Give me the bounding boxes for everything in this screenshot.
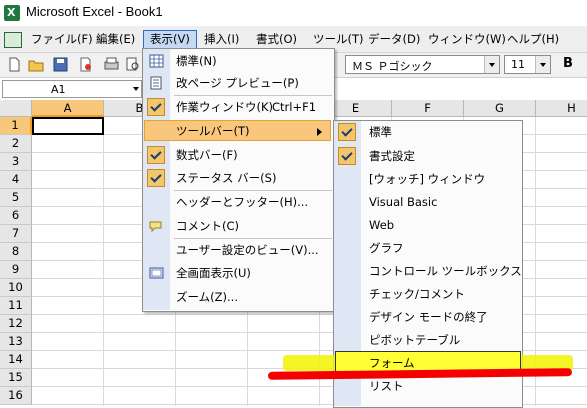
row-header-16[interactable]: 16: [0, 387, 32, 405]
menu-separator: [174, 190, 332, 191]
full-screen-icon: [149, 267, 164, 279]
name-box[interactable]: A1: [2, 80, 142, 98]
menu-separator: [174, 238, 332, 239]
page-break-preview-icon: [150, 76, 162, 90]
save-icon[interactable]: [52, 56, 69, 73]
checkmark-icon: [338, 147, 356, 165]
menu-item-custom-views[interactable]: ユーザー設定のビュー(V)...: [176, 240, 319, 260]
checkmark-icon: [147, 146, 165, 164]
toolbar-item-web[interactable]: Web: [369, 214, 394, 237]
menu-item-task-pane[interactable]: 作業ウィンドウ(K): [176, 97, 273, 117]
toolbar-item-standard[interactable]: 標準: [369, 121, 392, 144]
menu-item-formula-bar[interactable]: 数式バー(F): [176, 145, 238, 165]
menu-item-page-break-preview[interactable]: 改ページ プレビュー(P): [176, 73, 299, 93]
menu-item-normal[interactable]: 標準(N): [176, 51, 217, 71]
menu-help[interactable]: ヘルプ(H): [501, 30, 565, 49]
name-box-value: A1: [51, 83, 66, 96]
row-header-10[interactable]: 10: [0, 279, 32, 297]
menu-item-comments[interactable]: コメント(C): [176, 216, 239, 236]
workbook-icon[interactable]: [4, 32, 22, 48]
task-pane-shortcut: Ctrl+F1: [272, 100, 317, 114]
font-name-select[interactable]: ＭＳ Ｐゴシック: [345, 55, 500, 74]
column-header-f[interactable]: F: [392, 100, 464, 117]
row-header-14[interactable]: 14: [0, 351, 32, 369]
column-header-g[interactable]: G: [464, 100, 536, 117]
chevron-down-icon[interactable]: [484, 56, 499, 73]
menu-file[interactable]: ファイル(F): [25, 30, 99, 49]
row-header-9[interactable]: 9: [0, 261, 32, 279]
row-header-13[interactable]: 13: [0, 333, 32, 351]
comment-icon: [149, 221, 162, 233]
menu-item-status-bar[interactable]: ステータス バー(S): [176, 168, 276, 188]
font-size-value: 11: [511, 58, 525, 71]
open-folder-icon[interactable]: [28, 56, 45, 73]
row-header-15[interactable]: 15: [0, 369, 32, 387]
window-title: Microsoft Excel - Book1: [26, 4, 163, 19]
bold-button[interactable]: B: [563, 56, 573, 71]
font-name-value: ＭＳ Ｐゴシック: [352, 60, 433, 73]
chevron-down-icon[interactable]: [535, 56, 550, 73]
menu-window[interactable]: ウィンドウ(W): [422, 30, 512, 49]
toolbar-item-chart[interactable]: グラフ: [369, 237, 404, 260]
menu-edit[interactable]: 編集(E): [90, 30, 141, 49]
menu-tools[interactable]: ツール(T): [307, 30, 370, 49]
toolbar-item-control-toolbox[interactable]: コントロール ツールボックス: [369, 260, 522, 283]
toolbar-item-pivot-table[interactable]: ピボットテーブル: [369, 329, 460, 352]
print-preview-icon[interactable]: [124, 56, 141, 73]
row-header-6[interactable]: 6: [0, 207, 32, 225]
permission-icon[interactable]: [77, 56, 94, 73]
toolbar-item-visual-basic[interactable]: Visual Basic: [369, 191, 437, 214]
menu-format[interactable]: 書式(O): [250, 30, 303, 49]
toolbar-item-exit-design-mode[interactable]: デザイン モードの終了: [369, 306, 488, 329]
row-header-5[interactable]: 5: [0, 189, 32, 207]
menu-data[interactable]: データ(D): [362, 30, 426, 49]
menu-item-full-screen[interactable]: 全画面表示(U): [176, 263, 251, 283]
row-header-4[interactable]: 4: [0, 171, 32, 189]
menu-item-header-footer[interactable]: ヘッダーとフッター(H)...: [176, 192, 308, 212]
row-header-12[interactable]: 12: [0, 315, 32, 333]
checkmark-icon: [147, 169, 165, 187]
toolbar-item-watch-window[interactable]: [ウォッチ] ウィンドウ: [369, 168, 485, 191]
new-document-icon[interactable]: [6, 56, 23, 73]
column-header-a[interactable]: A: [32, 100, 104, 117]
select-all-corner[interactable]: [0, 100, 32, 117]
checkmark-icon: [147, 98, 165, 116]
chevron-down-icon[interactable]: [133, 87, 139, 94]
toolbar-item-formatting[interactable]: 書式設定: [369, 145, 415, 168]
row-header-8[interactable]: 8: [0, 243, 32, 261]
menu-separator: [174, 95, 332, 96]
font-size-select[interactable]: 11: [504, 55, 551, 74]
toolbar-item-list[interactable]: リスト: [369, 375, 404, 398]
menu-item-toolbars[interactable]: ツールバー(T): [176, 121, 250, 141]
normal-view-icon: [149, 54, 164, 68]
toolbar-item-reviewing[interactable]: チェック/コメント: [369, 283, 465, 306]
row-header-7[interactable]: 7: [0, 225, 32, 243]
column-header-h[interactable]: H: [536, 100, 587, 117]
row-header-3[interactable]: 3: [0, 153, 32, 171]
checkmark-icon: [338, 123, 356, 141]
row-header-11[interactable]: 11: [0, 297, 32, 315]
menu-insert[interactable]: 挿入(I): [198, 30, 245, 49]
active-cell-a1[interactable]: [32, 117, 104, 135]
menu-item-zoom[interactable]: ズーム(Z)...: [176, 287, 238, 307]
print-icon[interactable]: [103, 56, 120, 73]
row-header-2[interactable]: 2: [0, 135, 32, 153]
submenu-arrow-icon: [317, 128, 326, 136]
excel-app-icon[interactable]: [4, 5, 20, 21]
row-header-1[interactable]: 1: [0, 117, 32, 135]
